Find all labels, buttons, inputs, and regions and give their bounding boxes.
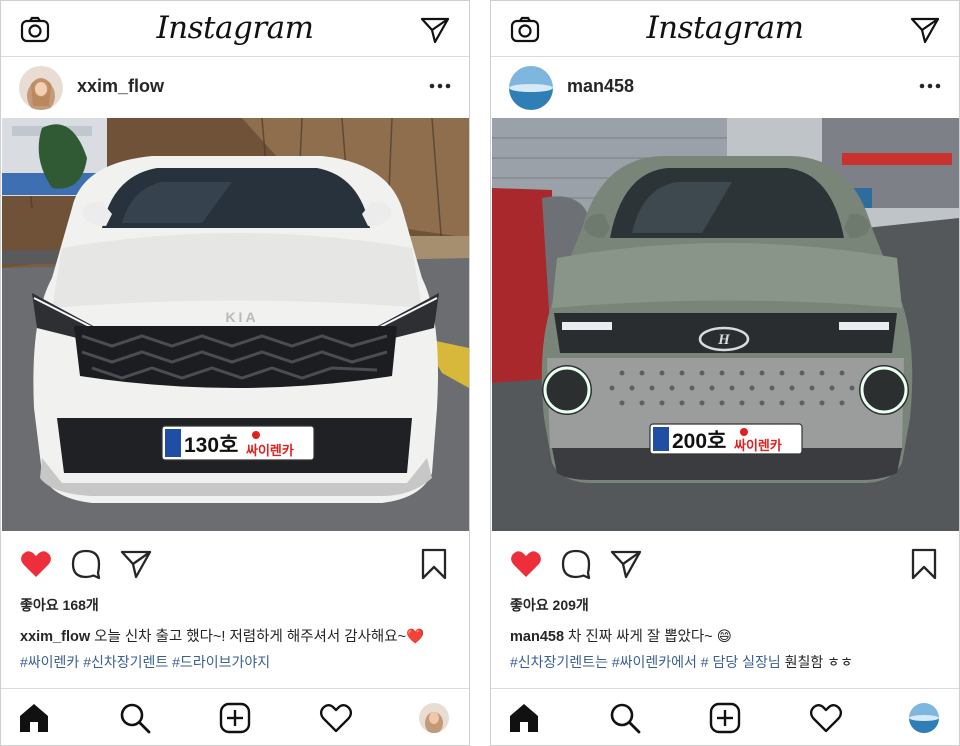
plate-brand: 싸이렌카: [246, 443, 294, 459]
likes-count[interactable]: 좋아요 168개: [20, 595, 99, 615]
username[interactable]: man458: [567, 76, 634, 97]
profile-avatar[interactable]: [419, 703, 449, 733]
caption-text: 오늘 신차 출고 했다~! 저렴하게 해주셔서 감사해요~: [90, 629, 407, 645]
post-hashtags: #싸이렌카 #신차장기렌트 #드라이브가야지: [20, 652, 465, 672]
hashtag-links[interactable]: #싸이렌카 #신차장기렌트 #드라이브가야지: [20, 654, 270, 670]
svg-text:H: H: [717, 332, 731, 348]
send-icon[interactable]: [419, 15, 451, 45]
hashtag-links[interactable]: #신차장기렌트는 #싸이렌카에서 # 담당 실장님: [510, 654, 781, 670]
share-icon[interactable]: [609, 547, 643, 581]
post-hashtags: #신차장기렌트는 #싸이렌카에서 # 담당 실장님 훤칠함 ㅎㅎ: [510, 652, 955, 672]
post-header: xxim_flow: [1, 58, 469, 118]
add-post-icon[interactable]: [218, 701, 252, 735]
search-icon[interactable]: [608, 701, 642, 735]
hashtag-extra-text: 훤칠함 ㅎㅎ: [780, 654, 853, 670]
profile-avatar[interactable]: [909, 703, 939, 733]
heart-icon[interactable]: [19, 547, 53, 581]
activity-icon[interactable]: [319, 701, 353, 735]
bookmark-icon[interactable]: [417, 547, 451, 581]
post-header: man458: [491, 58, 959, 118]
post-caption: xxim_flow 오늘 신차 출고 했다~! 저렴하게 해주셔서 감사해요~❤…: [20, 625, 460, 646]
plate-number: 130호: [184, 434, 238, 457]
search-icon[interactable]: [118, 701, 152, 735]
post-actions: [491, 547, 959, 587]
add-post-icon[interactable]: [708, 701, 742, 735]
user-avatar[interactable]: [509, 66, 553, 110]
plate-number: 200호: [672, 430, 726, 453]
svg-text:KIA: KIA: [225, 309, 258, 325]
likes-count[interactable]: 좋아요 209개: [510, 595, 589, 615]
post-photo[interactable]: H 200호 싸이렌카: [492, 118, 959, 531]
heart-icon[interactable]: [509, 547, 543, 581]
plate-brand: 싸이렌카: [734, 438, 782, 454]
bottom-nav: [1, 688, 469, 745]
bottom-nav: [491, 688, 959, 745]
more-icon[interactable]: [915, 74, 945, 98]
top-bar: Instagram: [1, 1, 469, 57]
share-icon[interactable]: [119, 547, 153, 581]
caption-username[interactable]: xxim_flow: [20, 629, 90, 645]
post-photo[interactable]: KIA 130호 싸이렌카: [2, 118, 469, 531]
home-icon[interactable]: [507, 701, 541, 735]
comment-icon[interactable]: [559, 547, 593, 581]
caption-emoji: 😄: [716, 629, 732, 645]
post-actions: [1, 547, 469, 587]
top-bar: Instagram: [491, 1, 959, 57]
home-icon[interactable]: [17, 701, 51, 735]
bookmark-icon[interactable]: [907, 547, 941, 581]
username[interactable]: xxim_flow: [77, 76, 164, 97]
instagram-post-card: Instagram xxim_flow KIA 130호 싸이렌카 좋아요 16…: [0, 0, 470, 746]
instagram-wordmark: Instagram: [646, 10, 804, 46]
caption-username[interactable]: man458: [510, 629, 564, 645]
caption-emoji: ❤️: [406, 629, 425, 645]
activity-icon[interactable]: [809, 701, 843, 735]
user-avatar[interactable]: [19, 66, 63, 110]
more-icon[interactable]: [425, 74, 455, 98]
instagram-post-card: Instagram man458 H 200호 싸이렌카 좋아요 209개 ma…: [490, 0, 960, 746]
instagram-wordmark: Instagram: [156, 10, 314, 46]
caption-text: 차 진짜 싸게 잘 뽑았다~: [564, 629, 717, 645]
post-caption: man458 차 진짜 싸게 잘 뽑았다~ 😄: [510, 625, 950, 646]
comment-icon[interactable]: [69, 547, 103, 581]
send-icon[interactable]: [909, 15, 941, 45]
